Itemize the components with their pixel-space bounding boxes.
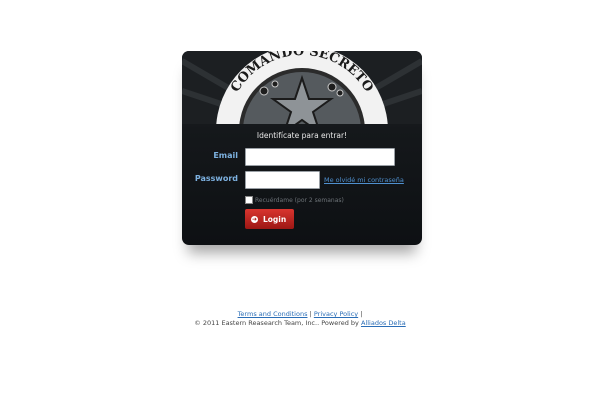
powered-by-link[interactable]: Alliados Delta xyxy=(361,319,406,327)
terms-link[interactable]: Terms and Conditions xyxy=(238,310,308,318)
password-field[interactable] xyxy=(245,171,320,189)
email-label: Email xyxy=(213,151,238,160)
footer-separator: | xyxy=(309,310,312,318)
privacy-link[interactable]: Privacy Policy xyxy=(314,310,358,318)
remember-me[interactable]: Recuérdame (por 2 semanas) xyxy=(245,196,344,204)
login-subtitle: Identifícate para entrar! xyxy=(256,131,348,140)
forgot-password-link[interactable]: Me olvidé mi contraseña xyxy=(324,176,404,184)
remember-checkbox[interactable] xyxy=(245,196,253,204)
email-field[interactable] xyxy=(245,148,395,166)
footer-links: Terms and Conditions | Privacy Policy | xyxy=(0,310,600,318)
login-panel: COMANDO SECRETO Identifícate para entrar… xyxy=(182,51,422,245)
login-button-label: Login xyxy=(263,214,287,224)
password-label: Password xyxy=(194,174,238,183)
arrow-icon: ➜ xyxy=(251,215,258,223)
login-button[interactable]: ➜ Login xyxy=(245,209,294,229)
footer-copyright: © 2011 Eastern Reasearch Team, Inc.. Pow… xyxy=(0,319,600,327)
copyright-text: © 2011 Eastern Reasearch Team, Inc.. Pow… xyxy=(194,319,359,327)
comando-secreto-logo: COMANDO SECRETO xyxy=(182,51,422,124)
remember-label: Recuérdame (por 2 semanas) xyxy=(255,196,344,204)
footer-separator: | xyxy=(360,310,363,318)
